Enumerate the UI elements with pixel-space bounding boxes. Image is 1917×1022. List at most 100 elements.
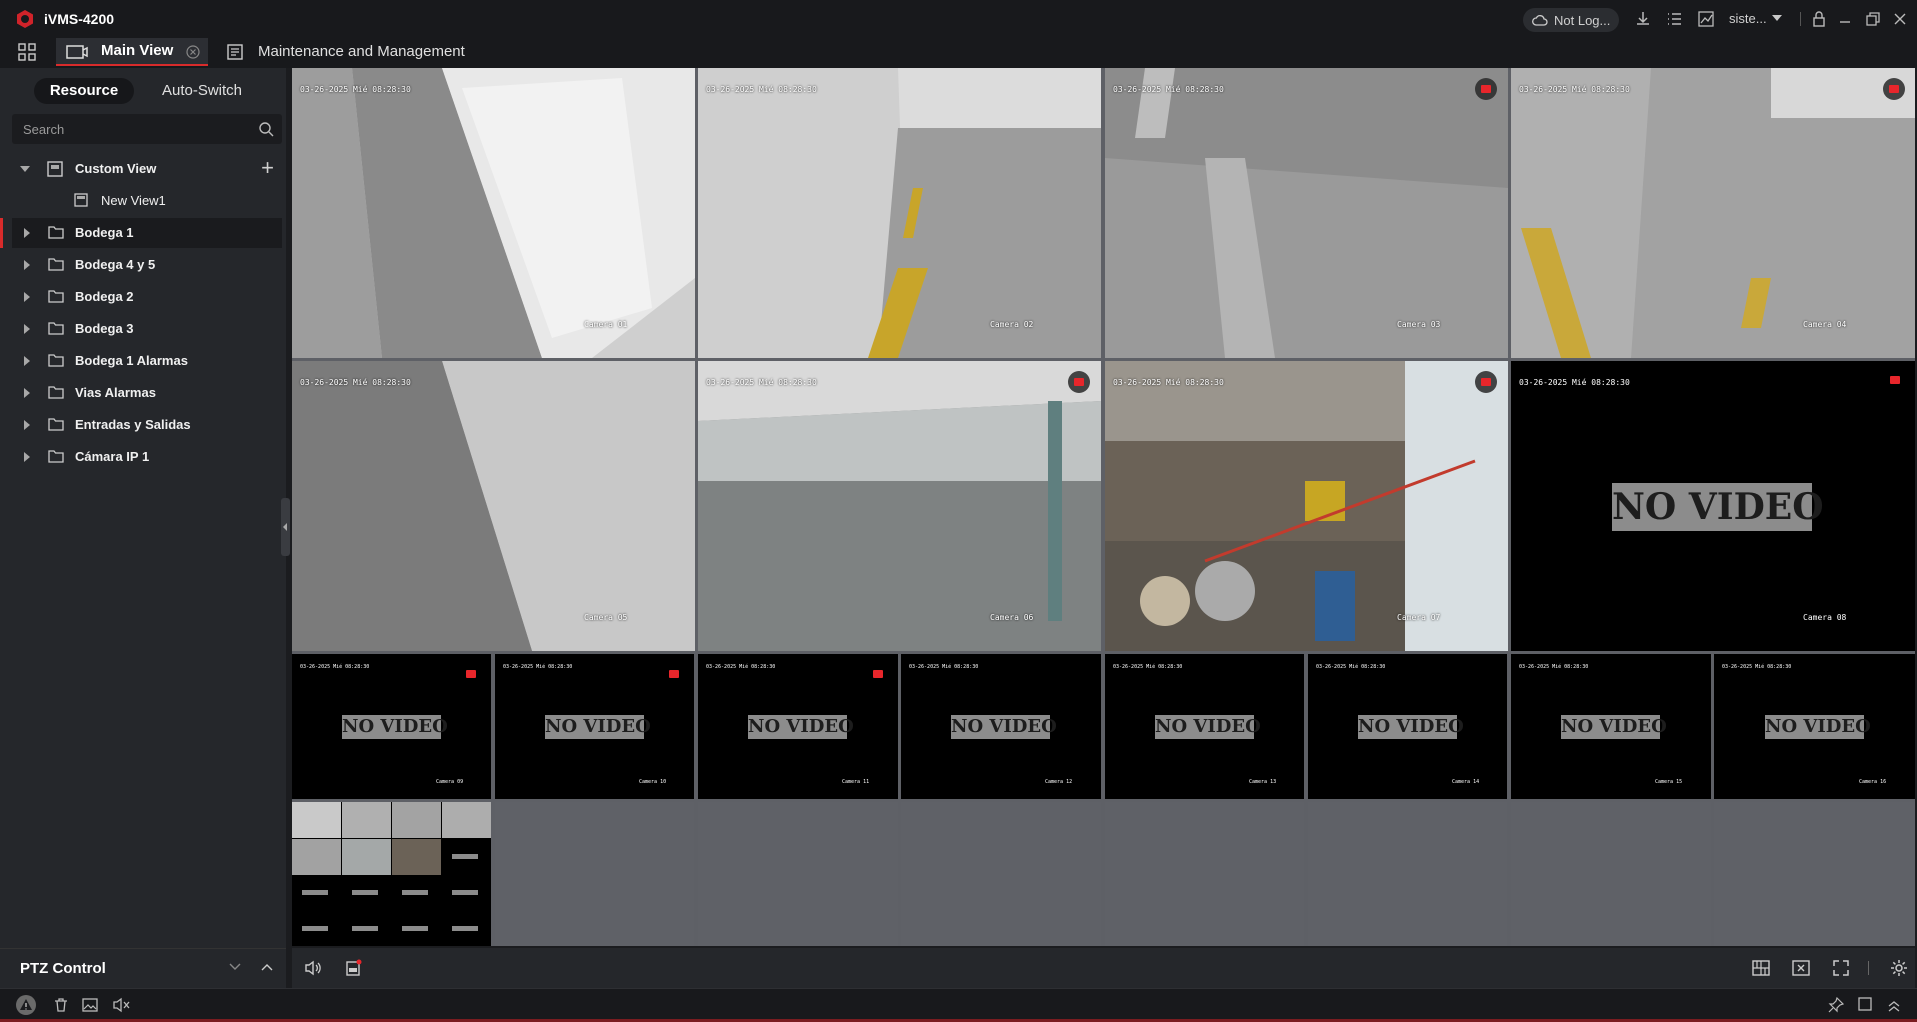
speaker-icon[interactable] — [303, 959, 323, 977]
alarm-warning-icon[interactable] — [15, 994, 37, 1016]
camera-feed-image — [1105, 68, 1508, 358]
expand-chevron-down-icon[interactable] — [20, 166, 30, 172]
chevron-up-icon[interactable] — [1887, 1000, 1901, 1012]
expand-chevron-right-icon[interactable] — [24, 292, 30, 302]
tree-item-group[interactable]: Bodega 1 Alarmas — [12, 346, 282, 376]
osd-camera-name: Camera 02 — [990, 320, 1034, 329]
recording-icon — [1475, 78, 1497, 100]
osd-camera-name: Camera 01 — [584, 320, 628, 329]
expand-chevron-right-icon[interactable] — [24, 452, 30, 462]
trash-icon[interactable] — [53, 997, 69, 1013]
search-input[interactable]: Search — [12, 114, 282, 144]
expand-chevron-right-icon[interactable] — [24, 228, 30, 238]
minimize-icon[interactable] — [1836, 10, 1854, 28]
video-cell-camera-03[interactable]: 03-26-2025 Mié 08:28:30 Camera 03 — [1105, 68, 1508, 358]
expand-chevron-right-icon[interactable] — [24, 324, 30, 334]
statistics-icon[interactable] — [1697, 10, 1715, 28]
close-icon[interactable] — [1891, 10, 1909, 28]
video-cell-camera-09[interactable]: 03-26-2025 Mié 08:28:30 NO VIDEO Camera … — [292, 654, 491, 799]
osd-camera-name: Camera 06 — [990, 613, 1034, 622]
recording-icon — [667, 668, 681, 680]
user-menu-chevron-down-icon[interactable] — [1772, 15, 1782, 21]
folder-icon — [48, 354, 64, 367]
video-cell-camera-04[interactable]: 03-26-2025 Mié 08:28:30 Camera 04 — [1511, 68, 1915, 358]
tree-item-group[interactable]: Bodega 3 — [12, 314, 282, 344]
record-all-icon[interactable] — [344, 959, 362, 977]
tab-close-icon[interactable] — [186, 45, 200, 59]
video-cell-view-thumbnail[interactable] — [292, 802, 491, 946]
video-cell-camera-06[interactable]: 03-26-2025 Mié 08:28:30 Camera 06 — [698, 361, 1101, 651]
download-icon[interactable] — [1634, 10, 1652, 28]
view-thumbnail-image — [292, 802, 491, 946]
tree-item-group[interactable]: Vias Alarmas — [12, 378, 282, 408]
video-cell-empty[interactable] — [901, 802, 1101, 946]
ptz-control-panel[interactable]: PTZ Control — [0, 948, 286, 988]
osd-timestamp: 03-26-2025 Mié 08:28:30 — [1316, 664, 1386, 670]
tab-main-view[interactable]: Main View — [56, 38, 208, 66]
video-cell-camera-01[interactable]: 03-26-2025 Mié 08:28:30 Camera 01 — [292, 68, 695, 358]
pin-icon[interactable] — [1828, 997, 1844, 1013]
app-title: iVMS-4200 — [44, 11, 115, 27]
fullscreen-icon[interactable] — [1832, 959, 1850, 977]
module-grid-icon[interactable] — [17, 42, 37, 62]
mute-icon[interactable] — [112, 997, 130, 1013]
camera-feed-image — [1511, 68, 1915, 358]
tree-item-custom-view[interactable]: Custom View + — [12, 154, 282, 184]
video-cell-camera-15[interactable]: 03-26-2025 Mié 08:28:30 NO VIDEO Camera … — [1511, 654, 1711, 799]
video-cell-camera-10[interactable]: 03-26-2025 Mié 08:28:30 NO VIDEO Camera … — [495, 654, 694, 799]
video-cell-camera-13[interactable]: 03-26-2025 Mié 08:28:30 NO VIDEO Camera … — [1105, 654, 1304, 799]
chevron-up-icon[interactable] — [261, 963, 273, 971]
tree-item-label: New View1 — [101, 193, 166, 208]
tree-item-group[interactable]: Bodega 4 y 5 — [12, 250, 282, 280]
restore-icon[interactable] — [1864, 10, 1882, 28]
recording-icon — [1475, 371, 1497, 393]
video-cell-empty[interactable] — [1511, 802, 1711, 946]
video-cell-empty[interactable] — [1105, 802, 1304, 946]
view-icon — [47, 161, 63, 177]
task-list-icon[interactable] — [1665, 10, 1683, 28]
tree-item-label: Vias Alarmas — [75, 385, 156, 400]
expand-chevron-right-icon[interactable] — [24, 260, 30, 270]
window-icon[interactable] — [1858, 997, 1872, 1011]
expand-chevron-right-icon[interactable] — [24, 420, 30, 430]
search-icon[interactable] — [258, 121, 274, 137]
video-cell-camera-05[interactable]: 03-26-2025 Mié 08:28:30 Camera 05 — [292, 361, 695, 651]
camera-feed-image — [292, 68, 695, 358]
close-all-icon[interactable] — [1792, 959, 1810, 977]
tree-item-group[interactable]: Bodega 1 — [0, 218, 282, 248]
video-cell-camera-07[interactable]: 03-26-2025 Mié 08:28:30 Camera 07 — [1105, 361, 1508, 651]
video-cell-empty[interactable] — [1714, 802, 1915, 946]
video-cell-camera-02[interactable]: 03-26-2025 Mié 08:28:30 Camera 02 — [698, 68, 1101, 358]
expand-chevron-right-icon[interactable] — [24, 356, 30, 366]
user-menu[interactable]: siste... — [1729, 11, 1767, 26]
video-cell-empty[interactable] — [698, 802, 898, 946]
login-status-button[interactable]: Not Log... — [1523, 8, 1619, 32]
tree-item-group[interactable]: Bodega 2 — [12, 282, 282, 312]
video-cell-empty[interactable] — [1308, 802, 1507, 946]
auto-switch-tab[interactable]: Auto-Switch — [150, 78, 254, 104]
expand-chevron-right-icon[interactable] — [24, 388, 30, 398]
camera-feed-image — [698, 68, 1101, 358]
add-view-icon[interactable]: + — [261, 157, 274, 179]
sidebar-collapse-handle[interactable] — [281, 498, 290, 556]
window-layout-icon[interactable] — [1752, 959, 1770, 977]
lock-icon[interactable] — [1810, 10, 1828, 28]
no-video-label: NO VIDEO — [1155, 715, 1261, 739]
resource-tab[interactable]: Resource — [34, 78, 134, 104]
tree-item-group[interactable]: Cámara IP 1 — [12, 442, 282, 472]
osd-timestamp: 03-26-2025 Mié 08:28:30 — [1722, 664, 1792, 670]
video-cell-camera-16[interactable]: 03-26-2025 Mié 08:28:30 NO VIDEO Camera … — [1714, 654, 1915, 799]
osd-camera-name: Camera 08 — [1803, 613, 1847, 622]
video-cell-camera-12[interactable]: 03-26-2025 Mié 08:28:30 NO VIDEO Camera … — [901, 654, 1101, 799]
chevron-down-icon[interactable] — [229, 963, 241, 971]
video-cell-camera-11[interactable]: 03-26-2025 Mié 08:28:30 NO VIDEO Camera … — [698, 654, 898, 799]
osd-timestamp: 03-26-2025 Mié 08:28:30 — [1113, 378, 1224, 387]
tree-item-group[interactable]: Entradas y Salidas — [12, 410, 282, 440]
image-icon[interactable] — [82, 997, 98, 1013]
video-cell-empty[interactable] — [495, 802, 694, 946]
no-video-label: NO VIDEO — [1358, 715, 1464, 739]
video-cell-camera-14[interactable]: 03-26-2025 Mié 08:28:30 NO VIDEO Camera … — [1308, 654, 1507, 799]
settings-gear-icon[interactable] — [1890, 959, 1908, 977]
tree-item-new-view[interactable]: New View1 — [12, 186, 282, 216]
video-cell-camera-08[interactable]: 03-26-2025 Mié 08:28:30 NO VIDEO Camera … — [1511, 361, 1915, 651]
